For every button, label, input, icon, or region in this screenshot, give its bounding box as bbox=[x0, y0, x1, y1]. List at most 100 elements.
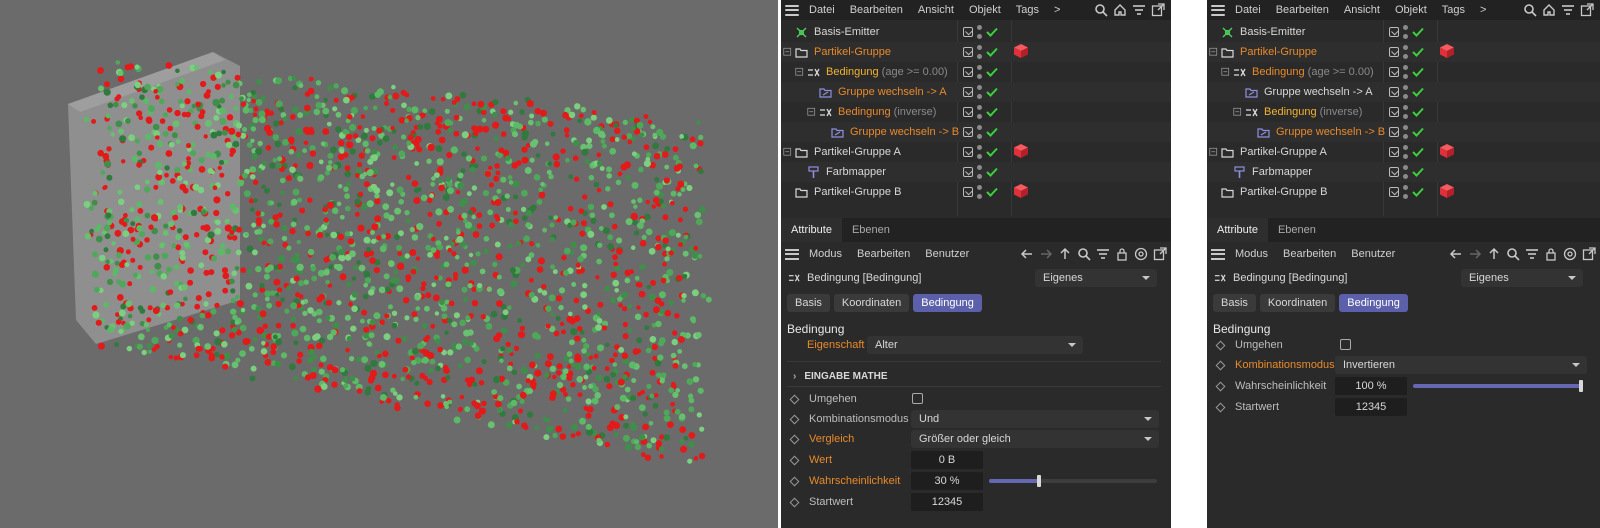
hamburger-icon[interactable] bbox=[785, 4, 799, 16]
menu-more[interactable]: > bbox=[1480, 4, 1486, 16]
hamburger-icon[interactable] bbox=[785, 248, 799, 260]
tag-cube-icon[interactable] bbox=[1013, 183, 1029, 199]
layer-toggle-icon[interactable] bbox=[963, 127, 973, 137]
enabled-check-icon[interactable] bbox=[1412, 127, 1424, 137]
subtab-basis[interactable]: Basis bbox=[787, 294, 830, 312]
layer-toggle-icon[interactable] bbox=[1389, 147, 1399, 157]
enabled-check-icon[interactable] bbox=[986, 187, 998, 197]
keyframe-diamond-icon[interactable] bbox=[789, 394, 800, 404]
wahrscheinlichkeit-input[interactable]: 100 % bbox=[1335, 377, 1407, 395]
menu-bearbeiten[interactable]: Bearbeiten bbox=[1276, 4, 1329, 16]
subtab-koordinaten[interactable]: Koordinaten bbox=[1259, 294, 1336, 312]
visibility-dots-icon[interactable] bbox=[977, 125, 982, 139]
forward-arrow-icon[interactable] bbox=[1039, 247, 1053, 261]
home-icon[interactable] bbox=[1542, 3, 1556, 17]
tab-ebenen[interactable]: Ebenen bbox=[842, 218, 900, 242]
layer-toggle-icon[interactable] bbox=[963, 147, 973, 157]
slider-knob[interactable] bbox=[1037, 475, 1042, 487]
visibility-dots-icon[interactable] bbox=[1403, 45, 1408, 59]
visibility-dots-icon[interactable] bbox=[977, 145, 982, 159]
subtab-bedingung[interactable]: Bedingung bbox=[1339, 294, 1408, 312]
back-arrow-icon[interactable] bbox=[1449, 247, 1463, 261]
tag-cube-icon[interactable] bbox=[1439, 43, 1455, 59]
keyframe-diamond-icon[interactable] bbox=[789, 434, 800, 444]
up-arrow-icon[interactable] bbox=[1487, 247, 1501, 261]
eigenschaft-dropdown[interactable]: Alter bbox=[867, 336, 1083, 354]
back-arrow-icon[interactable] bbox=[1020, 247, 1034, 261]
menu-benutzer[interactable]: Benutzer bbox=[1351, 248, 1395, 260]
layer-toggle-icon[interactable] bbox=[1389, 127, 1399, 137]
menu-tags[interactable]: Tags bbox=[1016, 4, 1039, 16]
layer-toggle-icon[interactable] bbox=[963, 107, 973, 117]
wahrscheinlichkeit-input[interactable]: 30 % bbox=[911, 472, 983, 490]
menu-datei[interactable]: Datei bbox=[809, 4, 835, 16]
enabled-check-icon[interactable] bbox=[1412, 27, 1424, 37]
umgehen-checkbox[interactable] bbox=[912, 393, 923, 404]
kombination-dropdown[interactable]: Invertieren bbox=[1335, 356, 1587, 374]
layer-toggle-icon[interactable] bbox=[1389, 67, 1399, 77]
forward-arrow-icon[interactable] bbox=[1468, 247, 1482, 261]
keyframe-diamond-icon[interactable] bbox=[1215, 360, 1226, 370]
keyframe-diamond-icon[interactable] bbox=[789, 497, 800, 507]
3d-viewport[interactable] bbox=[0, 0, 778, 528]
lock-icon[interactable] bbox=[1544, 247, 1558, 261]
visibility-dots-icon[interactable] bbox=[977, 85, 982, 99]
menu-objekt[interactable]: Objekt bbox=[969, 4, 1001, 16]
keyframe-diamond-icon[interactable] bbox=[1215, 381, 1226, 391]
menu-ansicht[interactable]: Ansicht bbox=[918, 4, 954, 16]
visibility-dots-icon[interactable] bbox=[1403, 85, 1408, 99]
new-window-icon[interactable] bbox=[1582, 247, 1596, 261]
layer-toggle-icon[interactable] bbox=[1389, 27, 1399, 37]
new-window-icon[interactable] bbox=[1153, 247, 1167, 261]
tag-cube-icon[interactable] bbox=[1013, 143, 1029, 159]
layer-toggle-icon[interactable] bbox=[1389, 167, 1399, 177]
wert-input[interactable]: 0 B bbox=[911, 451, 983, 469]
keyframe-diamond-icon[interactable] bbox=[1215, 340, 1226, 350]
wahrscheinlichkeit-slider[interactable] bbox=[1413, 380, 1583, 392]
new-window-icon[interactable] bbox=[1580, 3, 1594, 17]
enabled-check-icon[interactable] bbox=[986, 47, 998, 57]
collapse-icon[interactable] bbox=[795, 66, 805, 79]
search-icon[interactable] bbox=[1094, 3, 1108, 17]
visibility-dots-icon[interactable] bbox=[1403, 145, 1408, 159]
subtab-basis[interactable]: Basis bbox=[1213, 294, 1256, 312]
wahrscheinlichkeit-slider[interactable] bbox=[989, 475, 1157, 487]
target-icon[interactable] bbox=[1563, 247, 1577, 261]
enabled-check-icon[interactable] bbox=[1412, 147, 1424, 157]
enabled-check-icon[interactable] bbox=[986, 27, 998, 37]
filter-icon[interactable] bbox=[1096, 247, 1110, 261]
group-eingabe-mathe[interactable]: › EINGABE MATHE bbox=[781, 366, 1171, 386]
enabled-check-icon[interactable] bbox=[1412, 87, 1424, 97]
umgehen-checkbox[interactable] bbox=[1340, 339, 1351, 350]
visibility-dots-icon[interactable] bbox=[1403, 105, 1408, 119]
layer-toggle-icon[interactable] bbox=[963, 27, 973, 37]
filter-icon[interactable] bbox=[1132, 3, 1146, 17]
collapse-icon[interactable] bbox=[1209, 146, 1219, 159]
menu-benutzer[interactable]: Benutzer bbox=[925, 248, 969, 260]
lock-icon[interactable] bbox=[1115, 247, 1129, 261]
enabled-check-icon[interactable] bbox=[986, 147, 998, 157]
visibility-dots-icon[interactable] bbox=[1403, 125, 1408, 139]
menu-datei[interactable]: Datei bbox=[1235, 4, 1261, 16]
search-icon[interactable] bbox=[1523, 3, 1537, 17]
menu-more[interactable]: > bbox=[1054, 4, 1060, 16]
keyframe-diamond-icon[interactable] bbox=[789, 476, 800, 486]
menu-bearbeiten[interactable]: Bearbeiten bbox=[850, 4, 903, 16]
layer-toggle-icon[interactable] bbox=[963, 47, 973, 57]
tab-attribute[interactable]: Attribute bbox=[781, 218, 842, 242]
visibility-dots-icon[interactable] bbox=[1403, 185, 1408, 199]
layer-toggle-icon[interactable] bbox=[963, 67, 973, 77]
tag-cube-icon[interactable] bbox=[1439, 183, 1455, 199]
collapse-icon[interactable] bbox=[1209, 46, 1219, 59]
enabled-check-icon[interactable] bbox=[986, 167, 998, 177]
visibility-dots-icon[interactable] bbox=[977, 185, 982, 199]
enabled-check-icon[interactable] bbox=[1412, 187, 1424, 197]
keyframe-diamond-icon[interactable] bbox=[789, 455, 800, 465]
visibility-dots-icon[interactable] bbox=[1403, 65, 1408, 79]
kombination-dropdown[interactable]: Und bbox=[911, 410, 1159, 428]
visibility-dots-icon[interactable] bbox=[1403, 165, 1408, 179]
up-arrow-icon[interactable] bbox=[1058, 247, 1072, 261]
keyframe-diamond-icon[interactable] bbox=[789, 414, 800, 424]
visibility-dots-icon[interactable] bbox=[977, 105, 982, 119]
layer-toggle-icon[interactable] bbox=[963, 187, 973, 197]
